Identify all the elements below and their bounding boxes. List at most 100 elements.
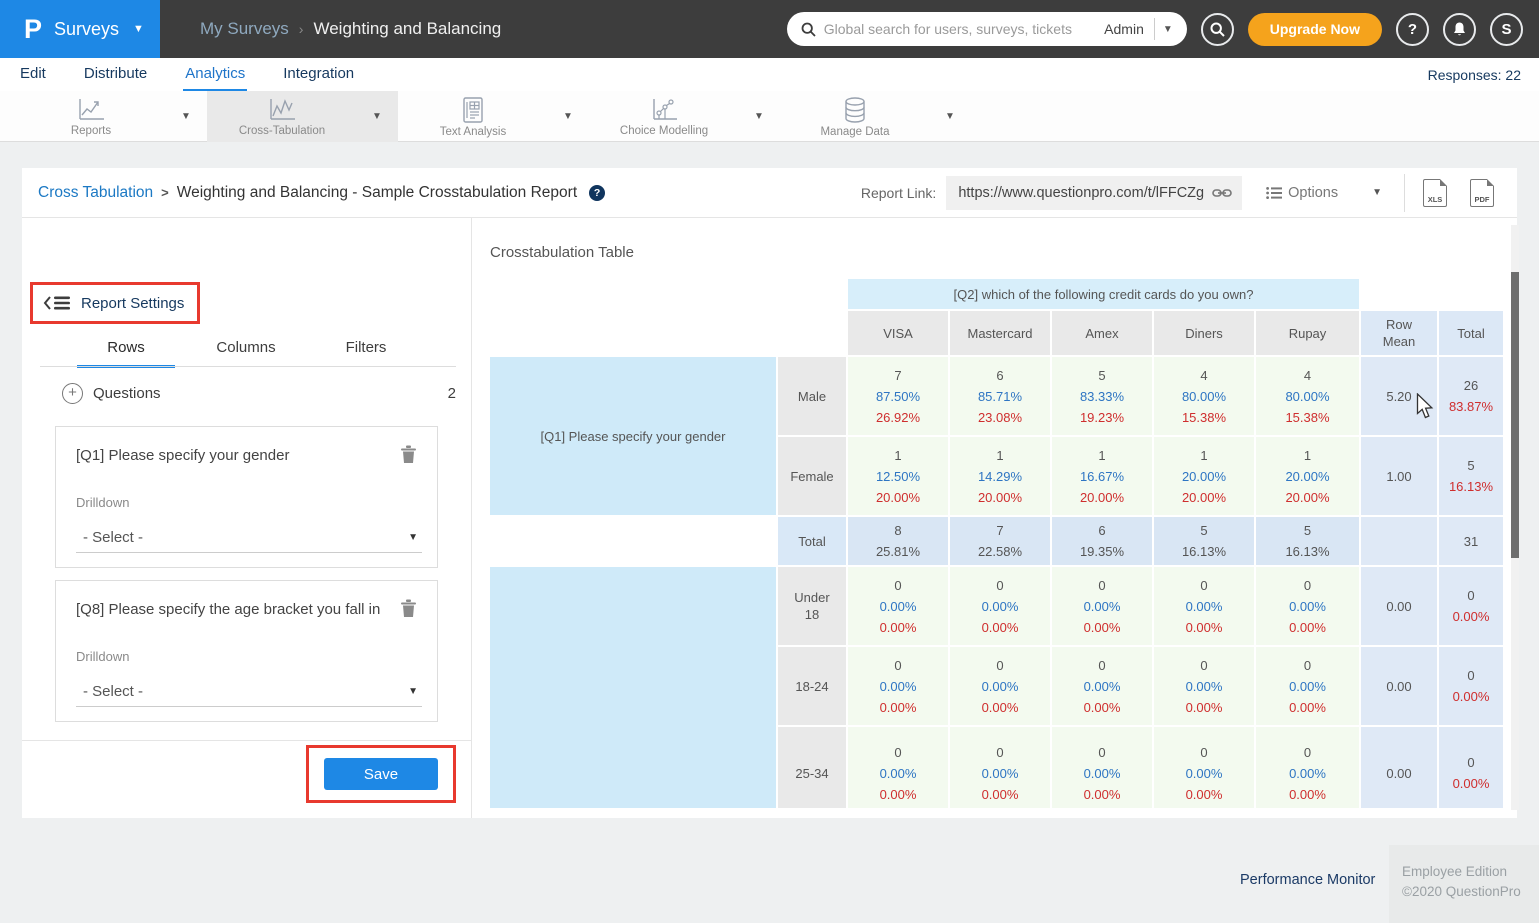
data-cell: 583.33%19.23% xyxy=(1052,357,1152,435)
trash-icon[interactable] xyxy=(400,598,417,623)
question-card-1: [Q1] Please specify your genderDrilldown… xyxy=(55,426,438,568)
total-data-cell: 825.81% xyxy=(848,517,948,565)
toolbar-caret-text-analysis[interactable]: ▼ xyxy=(548,111,588,122)
edition-line1: Employee Edition xyxy=(1402,862,1539,882)
nav-tab-edit[interactable]: Edit xyxy=(18,59,48,91)
question-label: [Q1] Please specify your gender xyxy=(76,447,386,464)
export-xls-button[interactable]: XLS xyxy=(1423,179,1447,207)
upgrade-now-button[interactable]: Upgrade Now xyxy=(1248,13,1382,46)
export-pdf-button[interactable]: PDF xyxy=(1470,179,1494,207)
row-mean-cell: 0.00 xyxy=(1361,647,1437,725)
report-link-box[interactable]: https://www.questionpro.com/t/lFFCZg xyxy=(946,176,1242,210)
crosstab-section-title: Crosstabulation Table xyxy=(490,244,634,261)
options-list-icon xyxy=(1266,186,1282,200)
data-cell: 00.00%0.00% xyxy=(1154,727,1254,808)
nav-tab-distribute[interactable]: Distribute xyxy=(82,59,149,91)
search-scope[interactable]: Admin xyxy=(1094,21,1154,37)
data-cell: 00.00%0.00% xyxy=(950,647,1050,725)
data-cell: 00.00%0.00% xyxy=(1256,727,1359,808)
toolbar-item-cross-tabulation[interactable]: Cross-Tabulation ▼ xyxy=(207,91,398,142)
row-label: Female xyxy=(778,437,846,515)
data-cell: 00.00%0.00% xyxy=(950,567,1050,645)
column-question-banner: [Q2] which of the following credit cards… xyxy=(848,279,1359,309)
folded-corner xyxy=(1440,179,1447,186)
search-icon xyxy=(801,22,816,37)
search-input[interactable] xyxy=(824,21,1094,37)
notifications-button[interactable] xyxy=(1443,13,1476,46)
performance-monitor-link[interactable]: Performance Monitor xyxy=(1240,872,1375,888)
data-cell: 787.50%26.92% xyxy=(848,357,948,435)
edition-box: Employee Edition ©2020 QuestionPro xyxy=(1389,845,1539,923)
add-question-icon[interactable]: + xyxy=(62,383,83,404)
row-total-cell: 516.13% xyxy=(1439,437,1503,515)
column-header-mastercard: Mastercard xyxy=(950,311,1050,355)
data-cell: 00.00%0.00% xyxy=(1256,647,1359,725)
report-link-url[interactable]: https://www.questionpro.com/t/lFFCZg xyxy=(958,185,1204,201)
grand-total-cell: 31 xyxy=(1439,517,1503,565)
global-search[interactable]: Admin ▼ xyxy=(787,12,1187,46)
toolbar-label-cross-tabulation: Cross-Tabulation xyxy=(239,125,325,137)
responses-count: Responses: 22 xyxy=(1428,67,1521,83)
chevron-down-icon: ▼ xyxy=(1372,187,1382,198)
data-cell: 480.00%15.38% xyxy=(1256,357,1359,435)
report-help-icon[interactable]: ? xyxy=(589,185,605,201)
content-card: Cross Tabulation > Weighting and Balanci… xyxy=(22,168,1517,818)
crosstab-table-wrapper: [Q2] which of the following credit cards… xyxy=(488,277,1508,808)
line-chart-icon xyxy=(76,97,106,123)
data-cell: 480.00%15.38% xyxy=(1154,357,1254,435)
total-row-mean-cell xyxy=(1361,517,1437,565)
survey-nav: Edit Distribute Analytics Integration Respo… xyxy=(0,58,1539,91)
tab-rows[interactable]: Rows xyxy=(66,333,186,367)
nav-tab-integration[interactable]: Integration xyxy=(281,59,356,91)
data-cell: 112.50%20.00% xyxy=(848,437,948,515)
chevron-down-icon: ▼ xyxy=(408,686,422,697)
save-button[interactable]: Save xyxy=(324,758,438,790)
row-question-cell: [Q1] Please specify your gender xyxy=(490,357,776,515)
text-document-icon xyxy=(461,96,485,124)
drilldown-select-value: - Select - xyxy=(76,529,143,546)
drilldown-select[interactable]: - Select - ▼ xyxy=(76,677,422,707)
scatter-chart-icon xyxy=(649,97,679,123)
report-title: Weighting and Balancing - Sample Crossta… xyxy=(177,184,577,202)
options-menu[interactable]: Options ▼ xyxy=(1266,185,1382,201)
toolbar-item-reports[interactable]: Reports▼ xyxy=(16,91,207,142)
toolbar-caret-cross-tabulation[interactable]: ▼ xyxy=(357,111,397,122)
scrollbar-thumb[interactable] xyxy=(1511,272,1519,558)
questions-header: + Questions 2 xyxy=(62,378,456,408)
toolbar-caret-choice-modelling[interactable]: ▼ xyxy=(739,111,779,122)
data-cell: 00.00%0.00% xyxy=(1052,647,1152,725)
row-mean-cell: 1.00 xyxy=(1361,437,1437,515)
tab-filters[interactable]: Filters xyxy=(306,333,426,367)
drilldown-select-value: - Select - xyxy=(76,683,143,700)
toolbar-item-text-analysis[interactable]: Text Analysis ▼ xyxy=(398,91,589,142)
toolbar-caret-reports[interactable]: ▼ xyxy=(166,111,206,122)
trash-icon[interactable] xyxy=(400,444,417,469)
nav-tab-analytics[interactable]: Analytics xyxy=(183,59,247,91)
divider xyxy=(1404,174,1405,212)
help-button[interactable]: ? xyxy=(1396,13,1429,46)
data-cell: 120.00%20.00% xyxy=(1154,437,1254,515)
cross-tab-chart-icon xyxy=(267,97,297,123)
row-label: Under18 xyxy=(778,567,846,645)
questions-count-badge: 2 xyxy=(448,385,456,402)
breadcrumb: My Surveys › Weighting and Balancing xyxy=(200,19,501,39)
search-scope-dropdown-icon[interactable]: ▼ xyxy=(1155,24,1181,35)
toolbar-item-manage-data[interactable]: Manage Data▼ xyxy=(780,91,971,142)
data-cell: 114.29%20.00% xyxy=(950,437,1050,515)
questionpro-logo: P xyxy=(24,14,42,45)
drilldown-select[interactable]: - Select -▼ xyxy=(76,523,422,553)
questions-label: Questions xyxy=(93,385,161,402)
tab-columns[interactable]: Columns xyxy=(186,333,306,367)
breadcrumb-my-surveys[interactable]: My Surveys xyxy=(200,19,289,39)
toolbar-item-choice-modelling[interactable]: Choice Modelling▼ xyxy=(589,91,780,142)
product-label: Surveys xyxy=(54,19,119,40)
toolbar-label-text-analysis: Text Analysis xyxy=(440,126,506,138)
cross-tabulation-link[interactable]: Cross Tabulation xyxy=(38,184,153,202)
search-button[interactable] xyxy=(1201,13,1234,46)
account-avatar[interactable]: S xyxy=(1490,13,1523,46)
question-label: [Q8] Please specify the age bracket you … xyxy=(76,601,386,618)
report-settings-toggle[interactable]: Report Settings xyxy=(33,285,197,321)
analytics-toolbar: Reports▼Cross-Tabulation▼Text Analysis▼C… xyxy=(0,91,1539,142)
toolbar-caret-manage-data[interactable]: ▼ xyxy=(930,111,970,122)
product-switcher[interactable]: P Surveys ▼ xyxy=(0,0,160,58)
